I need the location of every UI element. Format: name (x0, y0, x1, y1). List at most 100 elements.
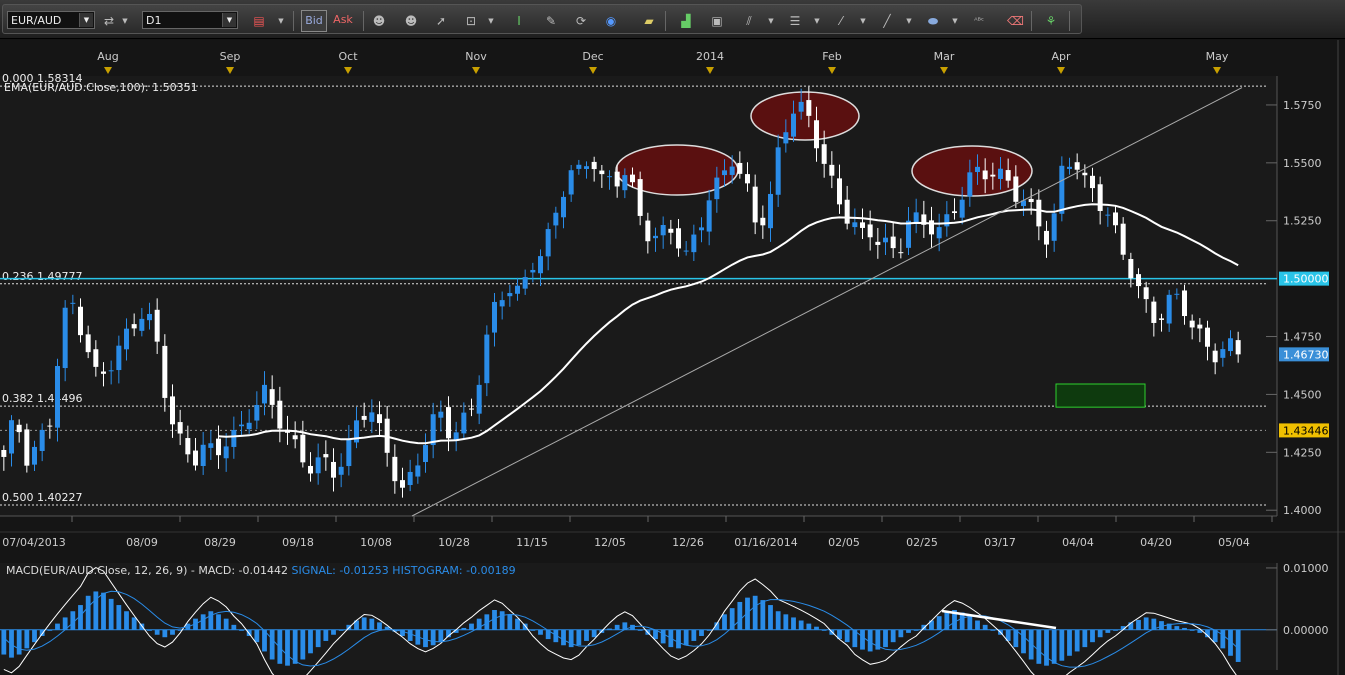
candle-body (584, 166, 589, 169)
symbol-select[interactable]: EUR/AUD ▼ (7, 11, 95, 29)
x-tick-label: 05/04 (1218, 536, 1250, 549)
dropdown-arrow-icon[interactable]: ▼ (273, 14, 289, 28)
price-chart[interactable]: Aug Sep Oct Nov Dec 2014 Feb Mar Apr May 0.000 1.… (0, 40, 1345, 675)
macd-hist-bar (967, 616, 973, 630)
target-box (1055, 383, 1146, 408)
macd-hist-bar (814, 626, 819, 630)
macd-hist-bar (584, 629, 589, 641)
separator (363, 11, 364, 31)
swap-icon[interactable]: ⇄ (101, 14, 117, 28)
candle-body (898, 252, 904, 254)
macd-hist-bar (806, 623, 812, 630)
candle-body (691, 234, 697, 253)
dropdown-arrow-icon[interactable]: ▼ (855, 14, 871, 28)
candle-body (62, 307, 68, 369)
dropdown-arrow-icon[interactable]: ▼ (809, 14, 825, 28)
macd-hist-bar (576, 629, 582, 646)
macd-hist-bar (1013, 629, 1019, 648)
macd-hist-bar (722, 614, 727, 630)
macd-hist-bar (975, 620, 980, 630)
zoom-icon[interactable]: ⊡ (463, 14, 479, 28)
menu-icon[interactable]: ☰ (787, 14, 803, 28)
pointer-icon[interactable]: ➚ (433, 14, 449, 28)
candle-body (1028, 198, 1034, 203)
globe-icon[interactable]: ◉ (603, 14, 619, 28)
candle-body (821, 144, 827, 164)
dropdown-arrow-icon[interactable]: ▼ (947, 14, 963, 28)
macd-hist-bar (1021, 629, 1026, 654)
candle-body (1235, 340, 1241, 355)
ruler-icon[interactable]: ▰ (641, 14, 657, 28)
person-icon[interactable]: ☻ (371, 14, 387, 28)
candle-body (407, 471, 413, 486)
abc-icon[interactable]: ᴬᴮᶜ (971, 14, 987, 28)
bid-button[interactable]: Bid (301, 10, 327, 32)
separator (1069, 11, 1070, 31)
macd-hist-bar (1, 629, 7, 655)
candle-body (1151, 301, 1157, 323)
macd-hist-bar (369, 618, 375, 630)
person-icon[interactable]: ☻ (403, 14, 419, 28)
macd-hist-bar (1067, 629, 1072, 656)
macd-hist-bar (147, 629, 152, 631)
refresh-icon[interactable]: ⟳ (573, 14, 589, 28)
candle-body (162, 345, 168, 398)
candle-body (484, 334, 490, 384)
chevron-down-icon[interactable]: ▼ (79, 13, 93, 27)
candle-body (231, 430, 237, 447)
timeframe-value: D1 (146, 14, 162, 27)
macd-hist-bar (791, 617, 796, 630)
candle-body (246, 422, 252, 430)
macd-hist-bar (990, 629, 996, 631)
window-icon[interactable]: ▣ (709, 14, 725, 28)
macd-hist-bar (170, 629, 175, 635)
candle-body (492, 301, 497, 333)
separator (1031, 11, 1032, 31)
chart-icon[interactable]: ▟ (678, 14, 694, 28)
text-icon[interactable]: Ⅰ (511, 14, 527, 28)
tree-icon[interactable]: ⚘ (1043, 14, 1059, 28)
eraser-icon[interactable]: ⌫ (1007, 14, 1024, 28)
y-tick-label: 1.4500 (1283, 388, 1322, 401)
line-icon[interactable]: ╱ (879, 14, 895, 28)
x-tick-label: 09/18 (282, 536, 314, 549)
edit-icon[interactable]: ✎ (543, 14, 559, 28)
timeframe-select[interactable]: D1 ▼ (142, 11, 238, 29)
macd-hist-bar (798, 620, 804, 630)
macd-hist-bar (530, 629, 536, 631)
chart-type-icon[interactable]: ▤ (251, 14, 267, 28)
candle-body (461, 412, 467, 434)
macd-hist-bar (154, 629, 160, 635)
dropdown-arrow-icon[interactable]: ▼ (763, 14, 779, 28)
price-tag-label: 1.50000 (1283, 273, 1329, 286)
candle-body (177, 422, 183, 434)
macd-hist-bar (768, 605, 773, 630)
dropdown-arrow-icon[interactable]: ▼ (117, 14, 133, 28)
candle-body (124, 328, 129, 350)
macd-hist-bar (760, 600, 766, 630)
pen-icon[interactable]: ⁄ (833, 14, 849, 28)
chevron-down-icon[interactable]: ▼ (222, 13, 236, 27)
x-tick-label: 08/09 (126, 536, 158, 549)
dropdown-arrow-icon[interactable]: ▼ (901, 14, 917, 28)
candle-body (193, 450, 198, 466)
x-tick-label: 04/04 (1062, 536, 1094, 549)
candle-body (469, 408, 474, 410)
ellipse-icon[interactable]: ⬬ (925, 14, 941, 28)
macd-hist-bar (1136, 619, 1141, 630)
candle-body (39, 429, 45, 451)
candle-body (990, 174, 996, 177)
candle-body (1212, 350, 1218, 363)
macd-hist-bar (16, 629, 22, 655)
macd-hist-bar (93, 591, 99, 630)
fib-icon[interactable]: ⫽ (741, 14, 757, 28)
macd-hist-bar (300, 629, 306, 660)
macd-hist-bar (1074, 629, 1080, 652)
histogram-value: HISTOGRAM: -0.00189 (392, 564, 515, 577)
macd-hist-bar (124, 611, 129, 630)
ask-button[interactable]: Ask (333, 10, 353, 30)
candle-body (1067, 166, 1072, 169)
macd-hist-bar (1036, 629, 1042, 664)
dropdown-arrow-icon[interactable]: ▼ (483, 14, 499, 28)
macd-hist-bar (277, 629, 283, 664)
